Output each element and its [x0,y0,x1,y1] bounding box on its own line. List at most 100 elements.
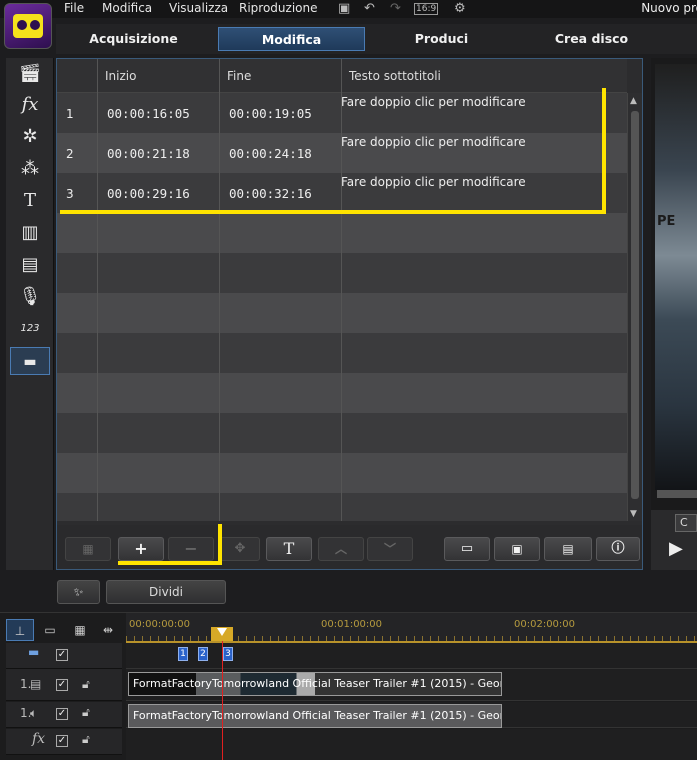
menu-edit[interactable]: Modifica [102,1,152,15]
row-start-time[interactable]: 00:00:29:16 [107,186,190,201]
text-icon[interactable]: T [10,187,50,215]
particle-icon[interactable]: ✲ [10,123,50,151]
scroll-up-icon[interactable]: ▲ [630,96,637,106]
column-end[interactable]: Fine [227,69,251,83]
tab-edit[interactable]: Modifica [218,27,365,51]
playhead[interactable] [222,628,223,760]
row-start-time[interactable]: 00:00:21:18 [107,146,190,161]
move-icon[interactable]: ✥ [220,537,260,561]
preview-pane: PE C ▶ [651,58,697,570]
fx-track-label: fx [32,731,46,747]
play-icon[interactable]: ▶ [669,538,683,559]
table-row[interactable]: 2 00:00:21:18 00:00:24:18 Fare doppio cl… [57,133,627,173]
tab-produce[interactable]: Produci [384,27,499,51]
scroll-thumb[interactable] [631,111,639,499]
move-down-icon[interactable]: ﹀ [367,537,413,561]
subtitle-marker[interactable]: 1 [178,647,188,661]
folder-icon[interactable]: ▭ [444,537,490,561]
import-subtitle-placeholder-icon[interactable]: ▦ [65,537,111,561]
annotation-button-vertical [218,524,222,565]
lock-icon[interactable]: 🔓︎ [82,677,90,692]
redo-icon[interactable]: ↷ [390,1,401,16]
add-track-icon[interactable]: ▦ [66,619,94,641]
audio-track[interactable]: FormatFactoryTomorrowland Official Tease… [126,702,697,728]
text-format-button[interactable]: T [266,537,312,561]
audio-clip-label: FormatFactoryTomorrowland Official Tease… [133,709,502,722]
subtitle-track[interactable]: 1 2 3 [126,643,697,669]
sparkle-icon[interactable]: ⁂ [10,155,50,183]
row-end-time[interactable]: 00:00:19:05 [229,106,312,121]
subtitle-track-icon: ▬ [28,645,40,659]
row-end-time[interactable]: 00:00:24:18 [229,146,312,161]
column-divider [97,59,98,521]
microphone-icon[interactable]: 🎙︎ [10,283,50,311]
row-start-time[interactable]: 00:00:16:05 [107,106,190,121]
storyboard-view-icon[interactable]: ▭ [36,619,64,641]
split-button[interactable]: Dividi [106,580,226,604]
subtitle-marker[interactable]: 2 [198,647,208,661]
preview-progress[interactable] [657,490,697,498]
row-end-time[interactable]: 00:00:32:16 [229,186,312,201]
preview-mode-button[interactable]: C [675,514,697,532]
subtitle-icon[interactable]: ▬ [10,347,50,375]
add-subtitle-button[interactable]: + [118,537,164,561]
video-track-header: 1. ▤ ✓ 🔓︎ [6,669,122,701]
subtitle-export-icon[interactable]: ▤ [544,537,592,561]
annotation-button-underline [118,561,222,565]
column-subtitle-text[interactable]: Testo sottotitoli [349,69,441,83]
audio-clip[interactable]: FormatFactoryTomorrowland Official Tease… [128,704,502,728]
aspect-ratio-button[interactable]: 16:9 [414,3,439,15]
row-number: 1 [66,107,74,121]
clapperboard-icon[interactable]: 🎬︎ [10,60,50,88]
project-title: Nuovo pro [641,1,697,15]
column-divider [341,59,342,521]
scroll-down-icon[interactable]: ▼ [630,509,637,519]
lock-icon[interactable]: 🔓︎ [82,705,90,720]
info-icon[interactable]: ⓘ [596,537,640,561]
move-up-icon[interactable]: ︿ [318,537,364,561]
subtitle-marker[interactable]: 3 [223,647,233,661]
remove-subtitle-button[interactable]: − [168,537,214,561]
row-subtitle-text[interactable]: Fare doppio clic per modificare [341,95,526,109]
table-row[interactable]: 3 00:00:29:16 00:00:32:16 Fare doppio cl… [57,173,627,213]
playhead-handle[interactable] [211,627,233,641]
menu-playback[interactable]: Riproduzione [239,1,318,15]
fit-timeline-icon[interactable]: ⇹ [94,619,122,641]
lock-icon[interactable]: 🔓︎ [82,732,90,747]
timeline-view-icon[interactable]: ⊥ [6,619,34,641]
menu-file[interactable]: File [64,1,84,15]
chapter-icon[interactable]: 123 [10,315,50,343]
row-subtitle-text[interactable]: Fare doppio clic per modificare [341,135,526,149]
audio-track-header: 1. 🔈︎ ✓ 🔓︎ [6,702,122,728]
subtitle-preview-icon[interactable]: ▣ [494,537,540,561]
fx-icon[interactable]: fx [10,91,50,119]
timeline: ⊥ ▭ ▦ ⇹ 00:00:00:00 00:01:00:00 00:02:00… [0,612,697,760]
track-enable-checkbox[interactable]: ✓ [56,649,68,661]
subtitle-room-panel: Inizio Fine Testo sottotitoli 1 00:00:16… [56,58,643,570]
pip-icon[interactable]: ▤ [10,251,50,279]
column-start[interactable]: Inizio [105,69,136,83]
video-preview: PE [655,64,697,490]
vertical-scrollbar[interactable]: ▲ ▼ [627,93,642,521]
row-subtitle-text[interactable]: Fare doppio clic per modificare [341,175,526,189]
track-enable-checkbox[interactable]: ✓ [56,679,68,691]
ruler-time: 00:02:00:00 [514,619,576,630]
track-enable-checkbox[interactable]: ✓ [56,735,68,747]
save-icon[interactable]: ▣ [338,1,350,16]
transition-icon[interactable]: ▥ [10,219,50,247]
fx-track-header: fx ✓ 🔓︎ [6,729,122,755]
menu-view[interactable]: Visualizza [169,1,228,15]
video-track[interactable]: FormatFactoryTomorrowland Official Tease… [126,669,697,701]
empty-row [57,413,627,453]
tab-create-disc[interactable]: Crea disco [534,27,649,51]
gear-icon[interactable]: ⚙ [454,1,466,16]
magic-tool-icon[interactable]: ✨︎ [57,580,100,604]
table-row[interactable]: 1 00:00:16:05 00:00:19:05 Fare doppio cl… [57,93,627,133]
fx-track[interactable] [126,729,697,760]
app-logo [4,3,52,49]
tab-capture[interactable]: Acquisizione [76,27,191,51]
track-enable-checkbox[interactable]: ✓ [56,708,68,720]
undo-icon[interactable]: ↶ [364,1,375,16]
empty-row [57,453,627,493]
video-clip[interactable]: FormatFactoryTomorrowland Official Tease… [128,672,502,696]
